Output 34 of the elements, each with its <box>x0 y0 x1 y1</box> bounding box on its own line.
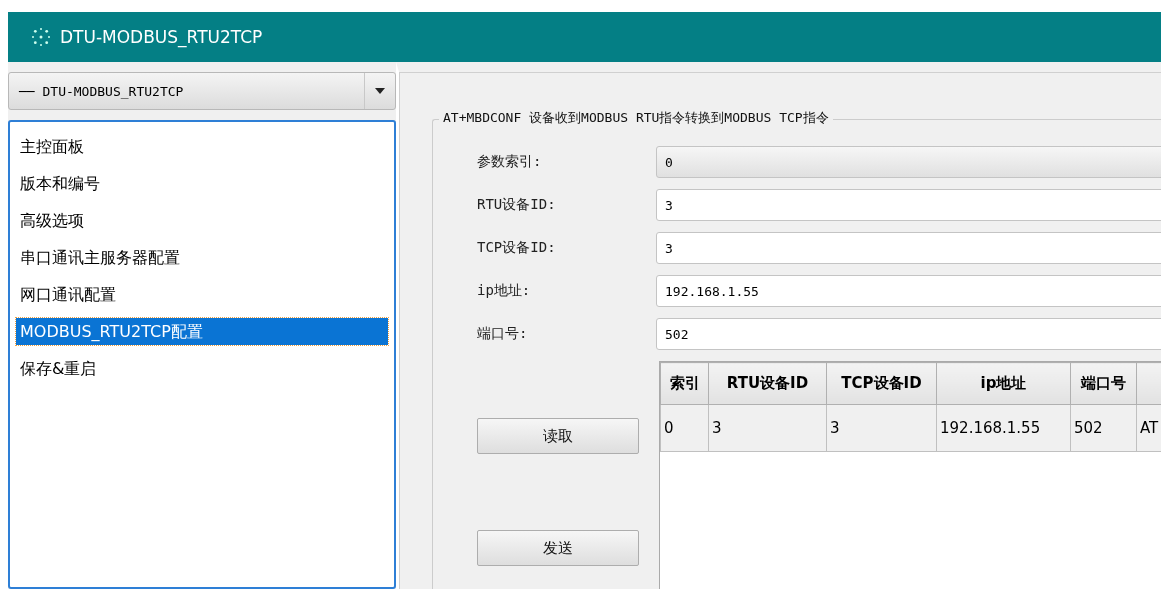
app-logo-icon <box>30 26 52 48</box>
column-header: 端口号 <box>1070 362 1137 405</box>
index-dropdown[interactable]: 0 <box>656 146 1161 178</box>
input-field[interactable]: 3 <box>656 189 1161 221</box>
field-label: RTU设备ID: <box>477 196 557 214</box>
nav-item[interactable]: 高级选项 <box>16 202 388 239</box>
nav-item[interactable]: 版本和编号 <box>16 165 388 202</box>
table-cell: 502 <box>1070 404 1137 452</box>
nav-item[interactable]: 保存&重启 <box>16 350 388 387</box>
nav-item[interactable]: MODBUS_RTU2TCP配置 <box>16 318 388 345</box>
table-cell: 3 <box>826 404 937 452</box>
group-title: AT+MBDCONF 设备收到MODBUS RTU指令转换到MODBUS TCP指令 <box>439 109 833 127</box>
table-cell: 192.168.1.55 <box>936 404 1071 452</box>
field-label: 参数索引: <box>477 153 543 171</box>
column-header: ip地址 <box>936 362 1071 405</box>
input-field[interactable]: 502 <box>656 318 1161 350</box>
column-header: RTU设备ID <box>708 362 827 405</box>
table-cell: 0 <box>660 404 709 452</box>
field-label: TCP设备ID: <box>477 239 557 257</box>
device-dropdown[interactable]: ── DTU-MODBUS_RTU2TCP <box>8 72 396 110</box>
input-field[interactable]: 3 <box>656 232 1161 264</box>
field-label: ip地址: <box>477 282 532 300</box>
nav-item[interactable]: 网口通讯配置 <box>16 276 388 313</box>
action-button[interactable]: 发送 <box>477 530 639 566</box>
nav-item[interactable]: 串口通讯主服务器配置 <box>16 239 388 276</box>
nav-item[interactable]: 主控面板 <box>16 128 388 165</box>
field-label: 端口号: <box>477 325 529 343</box>
column-header: 索引 <box>660 362 709 405</box>
action-button[interactable]: 读取 <box>477 418 639 454</box>
input-field[interactable]: 192.168.1.55 <box>656 275 1161 307</box>
table-cell: 3 <box>708 404 827 452</box>
window-title: DTU-MODBUS_RTU2TCP <box>60 27 263 47</box>
caret-icon <box>375 88 385 94</box>
column-header: TCP设备ID <box>826 362 937 405</box>
